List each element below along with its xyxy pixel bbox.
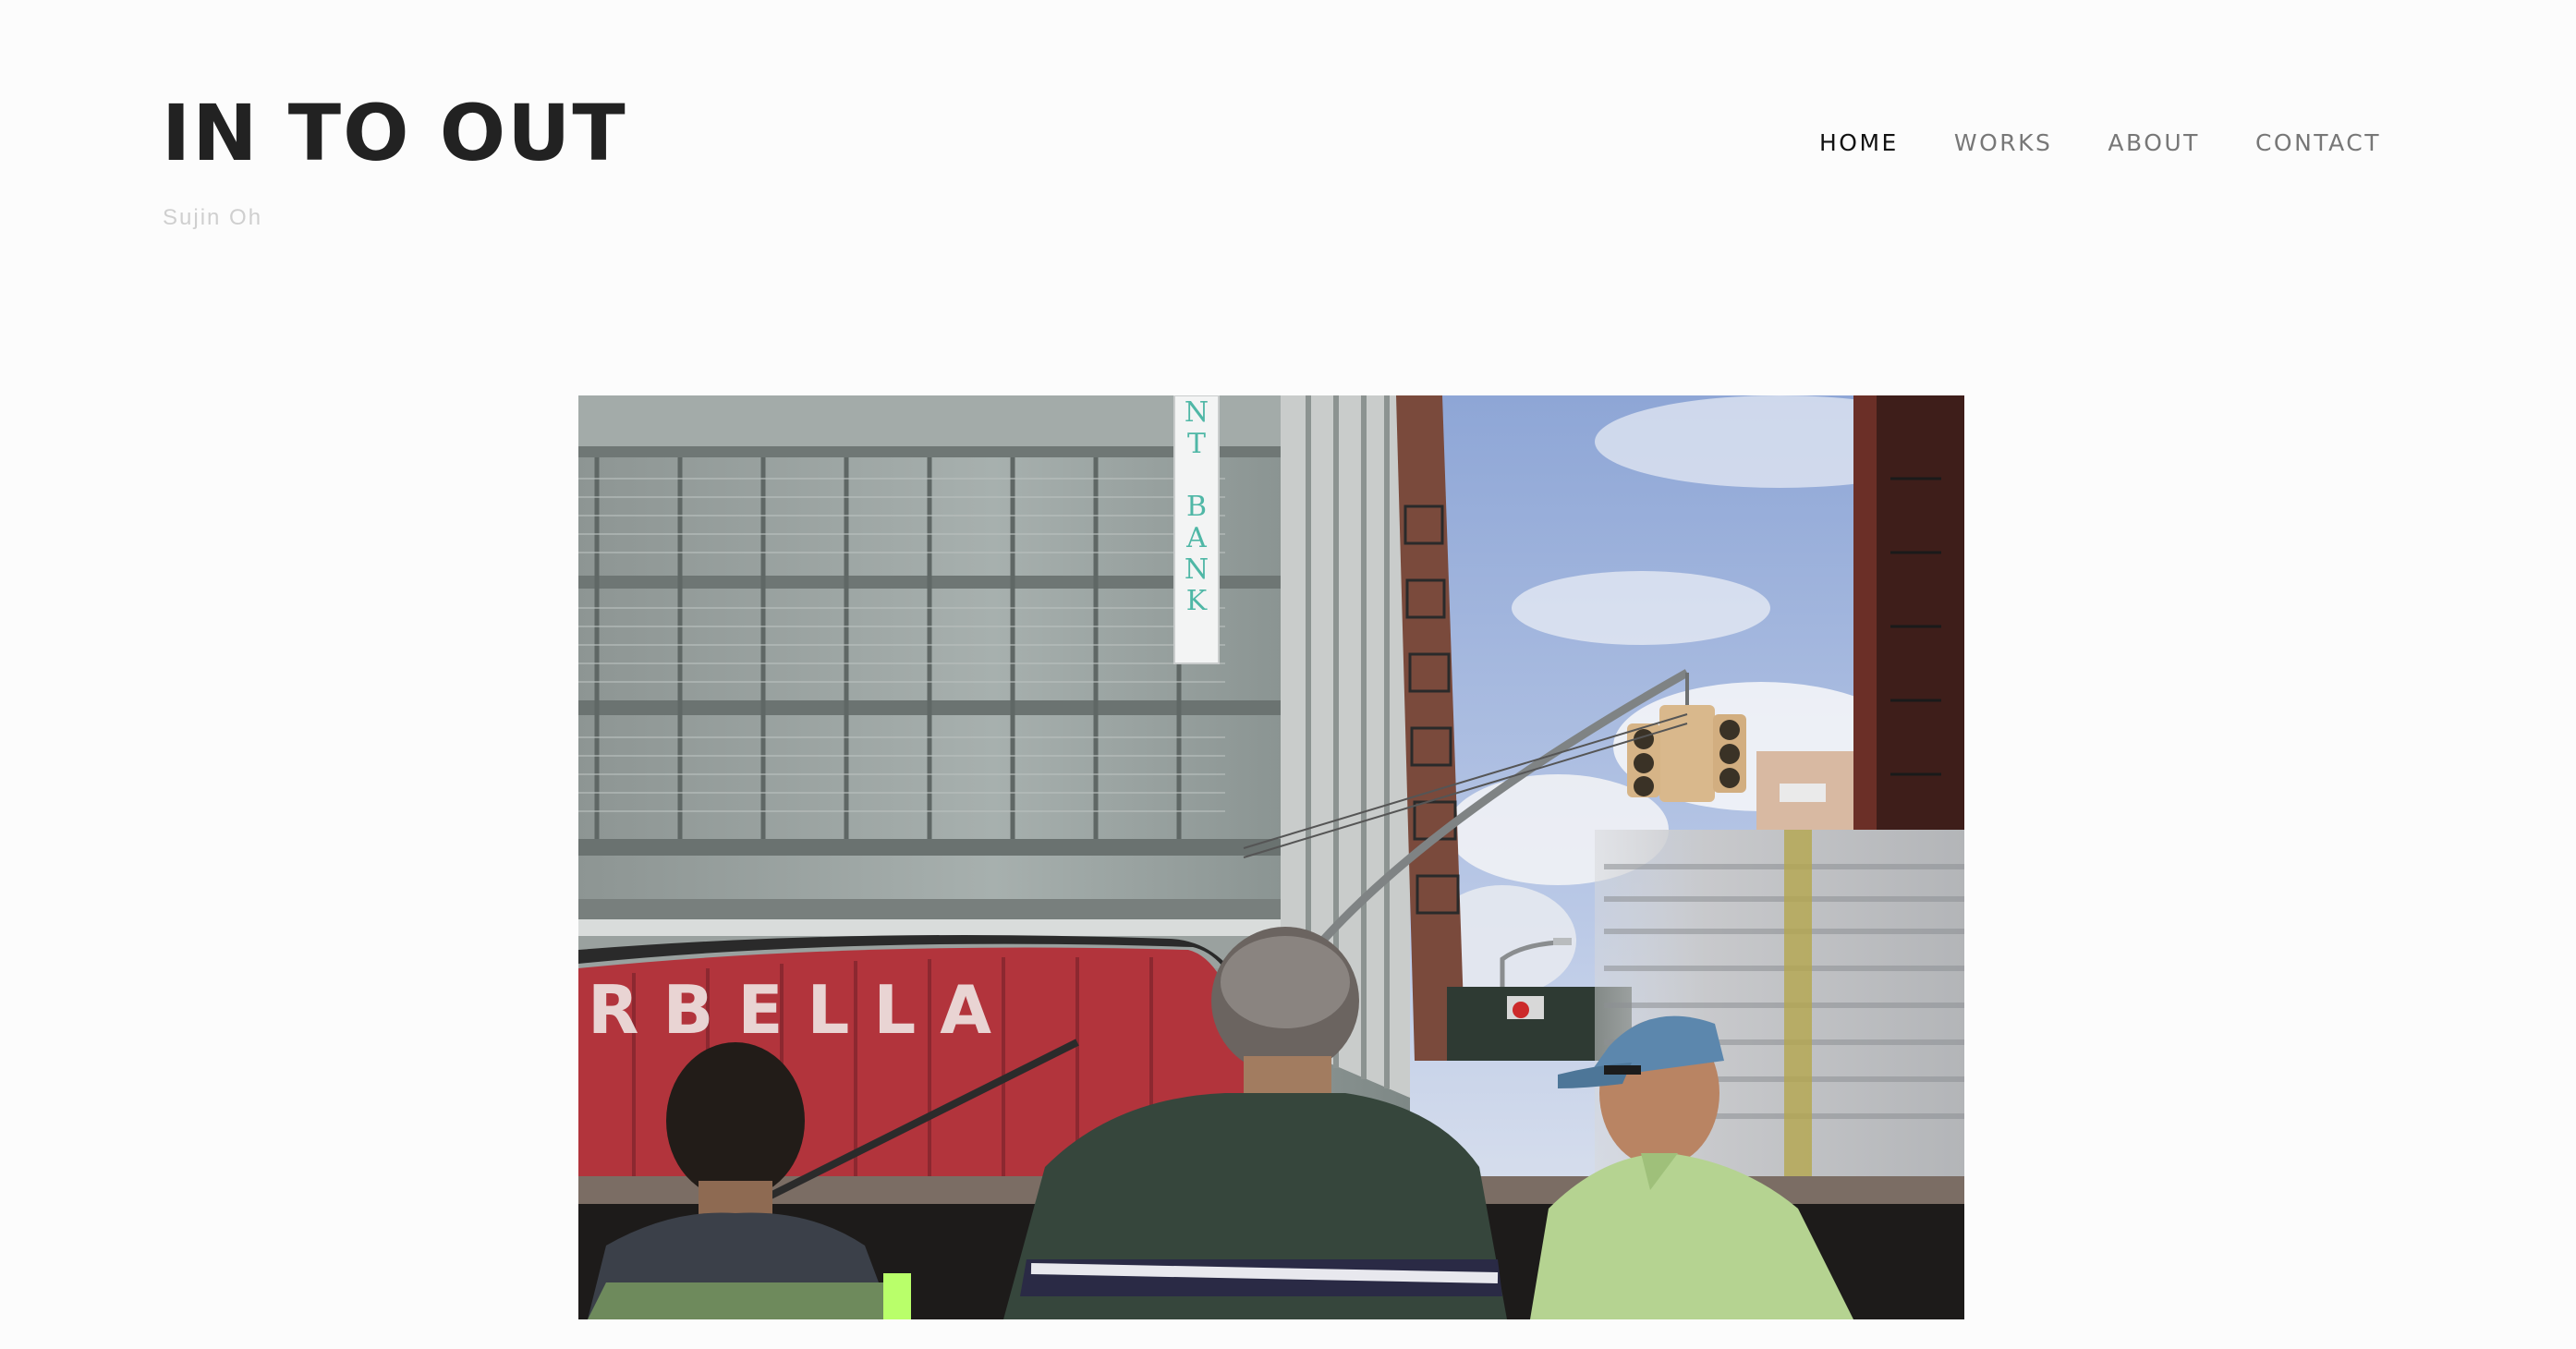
svg-text:N: N — [1185, 553, 1209, 586]
nav-about-link[interactable]: ABOUT — [2108, 129, 2200, 156]
container-lettering: RBELLA — [588, 971, 1015, 1049]
nav-works-link[interactable]: WORKS — [1954, 129, 2053, 156]
main-nav: HOME WORKS ABOUT CONTACT — [1819, 129, 2381, 156]
site-subtitle: Sujin Oh — [163, 205, 263, 230]
street-photo-illustration: N T B A N K RBELLA — [578, 395, 1964, 1319]
svg-text:B: B — [1186, 491, 1207, 523]
bank-sign-text: N T B A N K — [1185, 396, 1209, 617]
nav-contact-link[interactable]: CONTACT — [2255, 129, 2381, 156]
site-title[interactable]: IN TO OUT — [162, 94, 627, 172]
svg-text:A: A — [1185, 522, 1207, 554]
nav-home-link[interactable]: HOME — [1819, 129, 1899, 156]
hero-photo[interactable]: N T B A N K RBELLA — [578, 395, 1964, 1319]
svg-text:N: N — [1185, 396, 1209, 429]
svg-text:T: T — [1187, 428, 1206, 460]
svg-text:K: K — [1186, 585, 1208, 617]
